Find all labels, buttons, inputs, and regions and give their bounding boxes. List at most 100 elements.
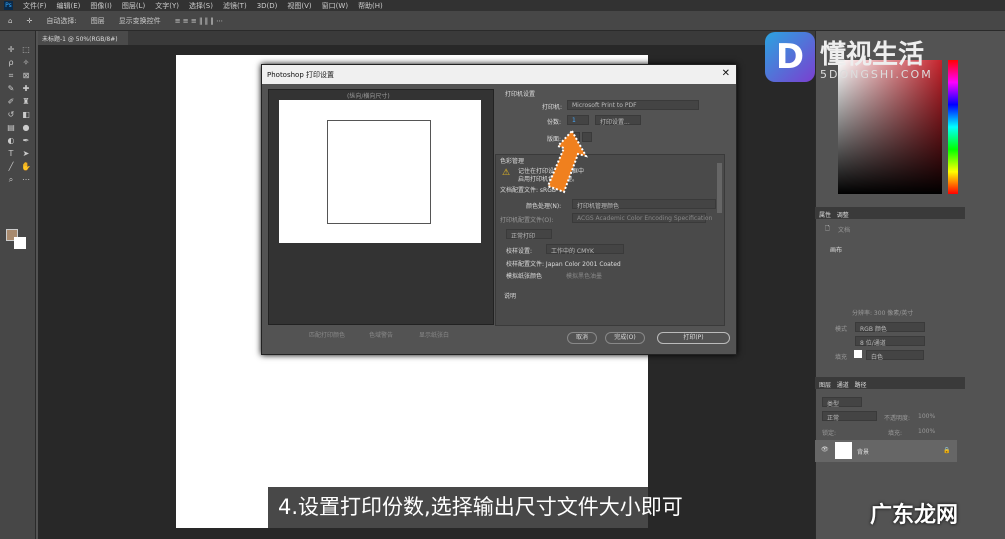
eyedropper-icon[interactable]: ✎ [6,84,16,94]
color-section-label[interactable]: 色彩管理 [500,156,524,165]
description-section-label[interactable]: 说明 [504,291,516,300]
layer-thumbnail [835,442,852,459]
tools-panel: ✛ ⬚ ρ ✧ ⌗ ⊠ ✎ ✚ ✐ ♜ ↺ ◧ ▤ ● ◐ ✒ T ➤ ╱ ✋ ⌕ ⋯ [0,31,36,539]
settings-scrollbar[interactable] [717,163,722,213]
lasso-tool-icon[interactable]: ρ [6,58,16,68]
orange-arrow-annotation-icon [546,129,589,194]
layer-name: 背景 [857,449,870,456]
done-button[interactable]: 完成(O) [605,332,645,344]
fill-percent-label: 填充: [888,430,903,437]
tab-layers[interactable]: 图层 [819,382,831,389]
menu-3d[interactable]: 3D(D) [257,2,278,10]
proof-setup-select[interactable]: 工作中的 CMYK [546,244,624,255]
magic-wand-icon[interactable]: ✧ [21,58,31,68]
proof-profile: 校样配置文件: Japan Color 2001 Coated [506,261,621,268]
print-area-box[interactable] [327,120,431,224]
document-tab[interactable]: 未标题-1 @ 50%(RGB/8#) [38,31,128,45]
menu-filter[interactable]: 滤镜(T) [223,1,247,11]
opacity-value[interactable]: 100% [918,413,935,420]
print-settings-dialog: Photoshop 打印设置 ✕ (纵向/横向尺寸) 匹配打印颜色 色域警告 显… [261,64,737,355]
eye-icon[interactable]: 👁 [821,446,829,453]
options-bar: ⌂ ✛ 自动选择: 图层 显示变换控件 ≡ ≡ ≡ ‖ ‖ ‖ ⋯ [0,11,1005,31]
brush-icon[interactable]: ✐ [6,97,16,107]
crop-tool-icon[interactable]: ⌗ [6,71,16,81]
type-tool-icon[interactable]: T [6,149,16,159]
menu-window[interactable]: 窗口(W) [322,1,348,11]
marquee-tool-icon[interactable]: ⬚ [21,45,31,55]
color-handling-select[interactable]: 打印机管理颜色 [572,199,716,210]
copies-label: 份数: [547,119,562,126]
print-settings-button[interactable]: 打印设置... [595,115,641,126]
blend-mode-select[interactable]: 正常 [822,411,877,422]
menu-layer[interactable]: 图层(L) [122,1,145,11]
tab-paths[interactable]: 路径 [855,382,867,389]
layer-select[interactable]: 图层 [91,16,105,26]
layer-kind-filter[interactable]: 类型 [822,397,862,408]
blur-icon[interactable]: ● [21,123,31,133]
paper-white-checkbox[interactable]: 显示纸张白 [419,330,449,339]
bit-depth-select[interactable]: 8 位/通道 [855,336,925,347]
brand-name: 懂视生活 [820,40,925,70]
doc-label: 文档 [838,227,851,234]
hand-tool-icon[interactable]: ✋ [21,162,31,172]
align-icons[interactable]: ≡ ≡ ≡ ‖ ‖ ‖ ⋯ [175,17,223,25]
menu-select[interactable]: 选择(S) [189,1,213,11]
background-color-swatch[interactable] [14,237,26,249]
copies-input[interactable]: 1 [567,115,589,125]
caption-subtitle: 4.设置打印份数,选择输出尺寸文件大小即可 [268,487,732,528]
history-brush-icon[interactable]: ↺ [6,110,16,120]
gamut-warning-checkbox[interactable]: 色域警告 [369,330,393,339]
doc-icon: 🗋 [825,225,830,232]
menu-type[interactable]: 文字(Y) [155,1,179,11]
menu-file[interactable]: 文件(F) [23,1,47,11]
frame-tool-icon[interactable]: ⊠ [21,71,31,81]
auto-select-checkbox[interactable]: 自动选择: [46,16,76,26]
opacity-label: 不透明度: [884,415,911,422]
color-handling-label: 颜色处理(N): [526,203,562,210]
stamp-icon[interactable]: ♜ [21,97,31,107]
brand-domain: 5DONGSHI.COM [820,68,933,81]
show-transform-checkbox[interactable]: 显示变换控件 [119,16,161,26]
move-tool-icon[interactable]: ✛ [6,45,16,55]
tab-properties[interactable]: 属性 [819,212,831,219]
menu-help[interactable]: 帮助(H) [358,1,383,11]
brand-logo: D 懂视生活 5DONGSHI.COM [760,30,970,90]
menu-bar: Ps 文件(F) 编辑(E) 图像(I) 图层(L) 文字(Y) 选择(S) 滤… [0,0,1005,11]
printer-profile-select[interactable]: ACGS Academic Color Encoding Specificati… [572,213,712,223]
normal-print-select[interactable]: 正常打印 [506,229,552,240]
menu-view[interactable]: 视图(V) [287,1,311,11]
home-icon[interactable]: ⌂ [8,17,12,25]
tab-channels[interactable]: 通道 [837,382,849,389]
zoom-tool-icon[interactable]: ⌕ [6,175,16,185]
healing-icon[interactable]: ✚ [21,84,31,94]
mode-select[interactable]: RGB 颜色 [855,322,925,333]
cancel-button[interactable]: 取消 [567,332,597,344]
print-preview: (纵向/横向尺寸) 匹配打印颜色 色域警告 显示纸张白 [268,89,494,339]
match-colors-checkbox[interactable]: 匹配打印颜色 [309,330,345,339]
line-tool-icon[interactable]: ╱ [6,162,16,172]
more-tools-icon[interactable]: ⋯ [21,175,31,185]
move-tool-icon[interactable]: ✛ [26,17,32,25]
properties-tabs: 属性 调整 [815,207,965,219]
dodge-icon[interactable]: ◐ [6,136,16,146]
close-icon[interactable]: ✕ [722,68,730,79]
color-management-section: 色彩管理 ⚠ 记住在打印设置对话框中 启用打印机色彩管理。 文档配置文件: sR… [495,154,725,326]
gradient-icon[interactable]: ▤ [6,123,16,133]
simulate-black-checkbox[interactable]: 模拟黑色油墨 [566,271,602,280]
dialog-title: Photoshop 打印设置 [262,65,736,84]
fill-select[interactable]: 白色 [866,350,924,361]
menu-image[interactable]: 图像(I) [90,1,112,11]
path-select-icon[interactable]: ➤ [21,149,31,159]
layer-row[interactable]: 👁 背景 🔒 [815,440,957,462]
menu-edit[interactable]: 编辑(E) [57,1,81,11]
printer-label: 打印机: [542,104,563,111]
fill-swatch[interactable] [854,350,862,358]
eraser-icon[interactable]: ◧ [21,110,31,120]
pen-icon[interactable]: ✒ [21,136,31,146]
print-button[interactable]: 打印(P) [657,332,730,344]
printer-select[interactable]: Microsoft Print to PDF [567,100,699,110]
simulate-paper-checkbox[interactable]: 模拟纸张颜色 [506,271,542,280]
printer-profile-label: 打印机配置文件(O): [500,217,554,224]
tab-adjustments[interactable]: 调整 [837,212,849,219]
fill-percent-value[interactable]: 100% [918,428,935,435]
